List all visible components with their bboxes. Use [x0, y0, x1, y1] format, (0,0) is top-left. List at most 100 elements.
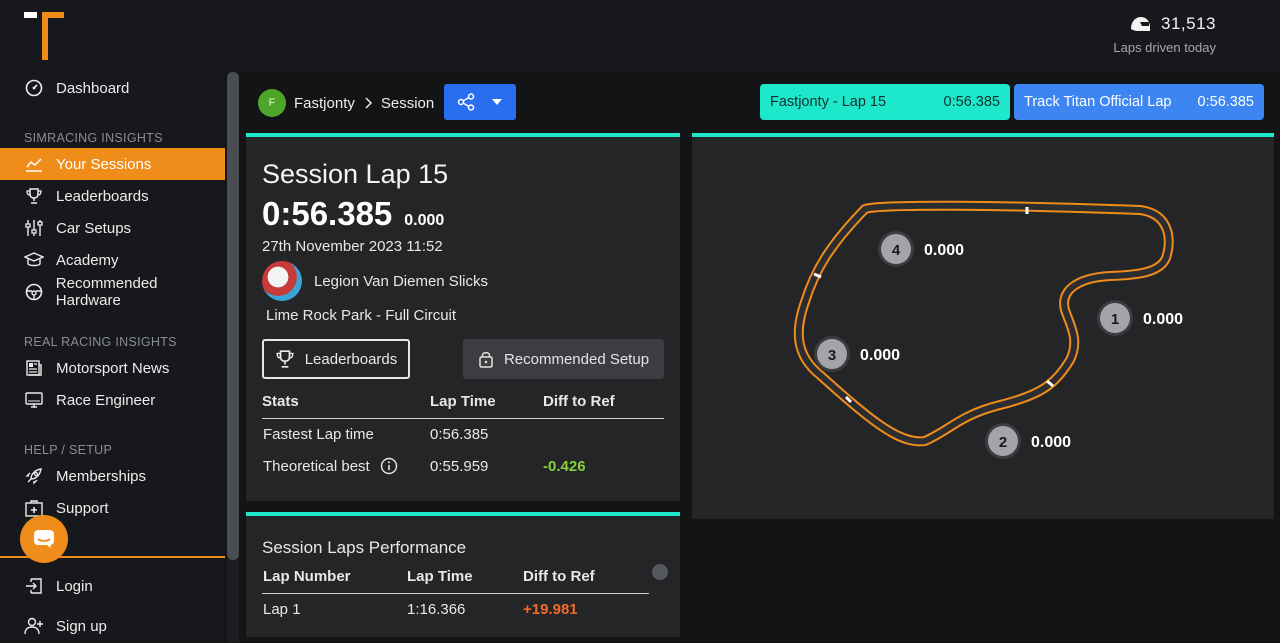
sidebar-item-label: Leaderboards	[56, 187, 149, 205]
reference-lap-label: Fastjonty - Lap 15	[770, 94, 887, 110]
sidebar-item-login[interactable]: Login	[0, 570, 225, 602]
user-avatar[interactable]: F	[258, 89, 286, 117]
lap-diff: +19.981	[523, 601, 578, 618]
lap-time-diff: 0.000	[404, 212, 445, 229]
table-row[interactable]: Lap 1 1:16.366 +19.981	[262, 594, 649, 626]
add-user-icon	[24, 616, 44, 636]
share-dropdown-button[interactable]	[444, 84, 516, 120]
stat-time: 0:55.959	[430, 458, 489, 475]
sector-number: 4	[892, 242, 901, 259]
section-head-help: HELP / SETUP	[24, 443, 113, 457]
line-chart-icon	[24, 154, 44, 174]
section-head-real-racing: REAL RACING INSIGHTS	[24, 335, 177, 349]
performance-title: Session Laps Performance	[262, 538, 467, 557]
sector-badge-3[interactable]: 3 0.000	[814, 336, 900, 372]
sidebar-item-recommended-hardware[interactable]: Recommended Hardware	[0, 275, 225, 309]
lap-number: Lap 1	[263, 601, 301, 618]
sidebar-item-car-setups[interactable]: Car Setups	[0, 212, 225, 244]
sector-badge-4[interactable]: 4 0.000	[878, 231, 964, 267]
laps-count: 31,513	[1161, 14, 1216, 33]
reference-lap-button[interactable]: Fastjonty - Lap 15 0:56.385	[760, 84, 1010, 120]
laps-counter: 31,513 Laps driven today	[1113, 14, 1216, 55]
stats-table: Stats Lap Time Diff to Ref Fastest Lap t…	[262, 391, 664, 483]
track-map: 1 0.000 2 0.000 3 0.000 4 0.000	[793, 200, 1183, 459]
lap-time: 1:16.366	[407, 601, 466, 618]
leaderboards-button-label: Leaderboards	[304, 350, 398, 368]
sidebar-item-dashboard[interactable]: Dashboard	[0, 72, 225, 104]
table-row: Fastest Lap time 0:56.385	[262, 419, 664, 451]
sidebar-item-label: Support	[56, 499, 109, 517]
track-name: Lime Rock Park - Full Circuit	[266, 307, 457, 324]
breadcrumb-user[interactable]: Fastjonty	[294, 95, 355, 112]
leaderboards-button[interactable]: Leaderboards	[262, 339, 410, 379]
stat-time: 0:56.385	[430, 426, 489, 443]
laps-header-row: Lap Number Lap Time Diff to Ref	[262, 566, 649, 594]
sector-number: 3	[828, 347, 836, 364]
monitor-icon	[24, 390, 44, 410]
stats-header-row: Stats Lap Time Diff to Ref	[262, 391, 664, 419]
sidebar-item-label: Recommended Hardware	[55, 275, 158, 309]
car-info: Legion Van Diemen Slicks	[262, 261, 488, 301]
sidebar-item-label: Login	[56, 577, 93, 595]
caret-down-icon	[492, 99, 502, 105]
official-lap-button[interactable]: Track Titan Official Lap 0:56.385	[1014, 84, 1264, 120]
sidebar-item-label: Academy	[56, 251, 119, 269]
car-name: Legion Van Diemen Slicks	[314, 272, 488, 290]
sidebar-scrollbar-thumb[interactable]	[227, 72, 239, 560]
sector-badge-2[interactable]: 2 0.000	[985, 423, 1071, 459]
stats-header-lap-time: Lap Time	[430, 393, 496, 410]
laps-header-lap-number: Lap Number	[263, 568, 351, 585]
login-icon	[24, 576, 44, 596]
sidebar-item-leaderboards[interactable]: Leaderboards	[0, 180, 225, 212]
sector-value: 0.000	[924, 242, 964, 259]
sector-number: 1	[1111, 311, 1119, 328]
sidebar-item-memberships[interactable]: Memberships	[0, 460, 225, 492]
track-map-panel: 1 0.000 2 0.000 3 0.000 4 0.000	[692, 133, 1274, 519]
sliders-icon	[24, 218, 44, 238]
sidebar-item-label: Memberships	[56, 467, 147, 485]
sidebar-item-your-sessions[interactable]: Your Sessions	[0, 148, 225, 180]
sidebar-item-motorsport-news[interactable]: Motorsport News	[0, 352, 225, 384]
breadcrumb-page: Session	[380, 94, 435, 112]
recommended-setup-label: Recommended Setup	[503, 350, 650, 368]
laps-header-diff: Diff to Ref	[523, 568, 595, 585]
steering-wheel-icon	[24, 282, 44, 302]
chevron-right-icon	[365, 97, 372, 109]
track-titan-logo[interactable]	[24, 12, 64, 60]
stats-header-stats: Stats	[262, 393, 299, 410]
reference-lap-time: 0:56.385	[943, 94, 1000, 110]
sidebar-item-signup[interactable]: Sign up	[0, 610, 225, 642]
lap-time-value: 0:56.385	[262, 195, 393, 232]
session-laps-performance-panel: Session Laps Performance Lap Number Lap …	[246, 512, 680, 637]
info-icon[interactable]	[380, 457, 398, 479]
stat-label: Fastest Lap time	[263, 426, 374, 443]
stats-header-diff: Diff to Ref	[543, 393, 615, 410]
session-summary-panel: Session Lap 15 0:56.385 0.000 27th Novem…	[246, 133, 680, 501]
rocket-icon	[24, 466, 44, 486]
recommended-setup-button[interactable]: Recommended Setup	[463, 339, 664, 379]
sidebar-item-label: Dashboard	[56, 79, 130, 97]
sector-number: 2	[999, 434, 1007, 451]
lock-icon	[479, 352, 493, 368]
session-lap-time: 0:56.385 0.000	[262, 195, 444, 233]
stat-label: Theoretical best	[263, 458, 370, 475]
performance-scroll-indicator[interactable]	[652, 564, 668, 580]
chat-icon	[34, 530, 54, 548]
chat-launcher-button[interactable]	[20, 515, 68, 563]
car-avatar	[262, 261, 302, 301]
sector-badge-1[interactable]: 1 0.000	[1097, 300, 1183, 336]
sidebar-item-race-engineer[interactable]: Race Engineer	[0, 384, 225, 416]
sector-value: 0.000	[860, 347, 900, 364]
laps-label: Laps driven today	[1113, 40, 1216, 55]
sector-value: 0.000	[1031, 434, 1071, 451]
trophy-icon	[24, 186, 44, 206]
session-date: 27th November 2023 11:52	[262, 238, 443, 255]
laps-table: Lap Number Lap Time Diff to Ref Lap 1 1:…	[262, 566, 649, 626]
official-lap-time: 0:56.385	[1197, 94, 1254, 110]
speedometer-icon	[24, 78, 44, 98]
trophy-icon	[276, 350, 294, 368]
sidebar-item-academy[interactable]: Academy	[0, 244, 225, 276]
stat-diff: -0.426	[543, 458, 586, 475]
laps-header-lap-time: Lap Time	[407, 568, 473, 585]
sidebar-item-label: Car Setups	[56, 219, 132, 237]
